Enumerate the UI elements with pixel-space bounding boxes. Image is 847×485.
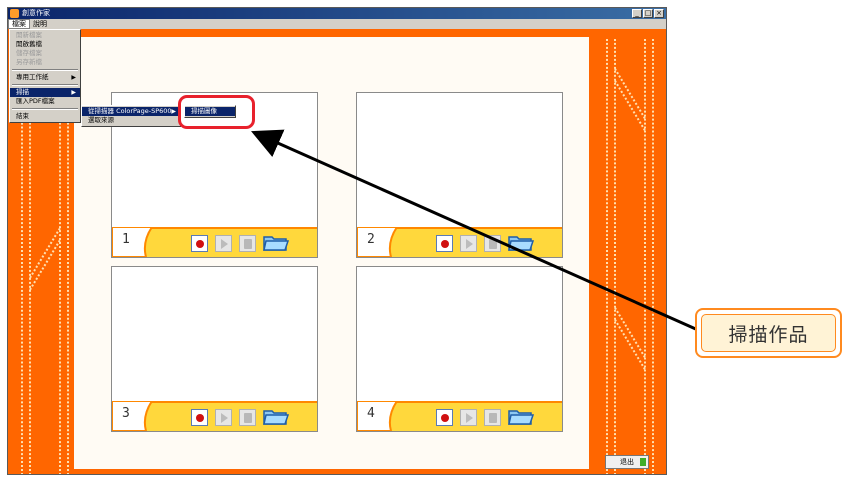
menu-file[interactable]: 檔案	[8, 19, 30, 29]
delete-button[interactable]	[484, 408, 501, 426]
menu-item-from-scanner[interactable]: 從掃描器 ColorPage-SP600 ▶	[82, 107, 180, 116]
menu-item-import-pdf[interactable]: 匯入PDF檔案	[10, 97, 80, 106]
record-button[interactable]	[436, 408, 453, 426]
slot-number: 4	[367, 406, 375, 421]
menu-item-exit[interactable]: 結束	[10, 112, 80, 121]
submenu-arrow-icon: ▶	[171, 108, 176, 115]
callout-label: 掃描作品	[701, 314, 836, 352]
play-icon	[466, 412, 473, 423]
play-button[interactable]	[460, 234, 477, 252]
play-icon	[221, 238, 228, 249]
menu-separator	[12, 108, 78, 110]
exit-button[interactable]: 退出	[605, 455, 649, 469]
play-button[interactable]	[215, 408, 232, 426]
artwork-slot-2[interactable]: 2	[356, 92, 563, 258]
play-icon	[221, 412, 228, 423]
trash-icon	[244, 412, 252, 423]
scan-submenu: 從掃描器 ColorPage-SP600 ▶ 選取來源	[81, 105, 181, 127]
menu-item-save[interactable]: 儲存檔案	[10, 49, 80, 58]
trash-icon	[244, 238, 252, 249]
folder-icon	[508, 410, 535, 425]
folder-button[interactable]	[508, 408, 535, 426]
record-icon	[441, 413, 449, 422]
record-icon	[196, 413, 204, 422]
trash-icon	[489, 238, 497, 249]
slot-toolbar: 3	[112, 401, 317, 431]
record-button[interactable]	[191, 234, 208, 252]
record-icon	[441, 239, 449, 248]
play-button[interactable]	[215, 234, 232, 252]
slot-toolbar: 4	[357, 401, 562, 431]
folder-button[interactable]	[263, 234, 290, 252]
menu-separator	[12, 69, 78, 71]
folder-button[interactable]	[508, 234, 535, 252]
right-decoration	[601, 29, 666, 474]
file-menu: 開新檔案 開啟舊檔 儲存檔案 另存新檔 專用工作紙 ▶ 掃描 ▶ 匯入PDF檔案 結…	[9, 29, 81, 123]
record-icon	[196, 239, 204, 248]
menu-separator	[12, 84, 78, 86]
callout-box: 掃描作品	[695, 308, 842, 358]
menu-item-select-source[interactable]: 選取來源	[82, 116, 180, 125]
slot-number: 2	[367, 232, 375, 247]
menu-help[interactable]: 說明	[30, 19, 50, 29]
menu-item-worksheet[interactable]: 專用工作紙 ▶	[10, 73, 80, 82]
folder-icon	[263, 236, 290, 251]
artwork-slot-4[interactable]: 4	[356, 266, 563, 432]
menu-item-scan[interactable]: 掃描 ▶	[10, 88, 80, 97]
highlight-ring	[178, 95, 255, 129]
window-title: 創意作家	[22, 9, 50, 17]
delete-button[interactable]	[239, 408, 256, 426]
close-button[interactable]: ×	[654, 9, 664, 18]
app-icon	[10, 9, 19, 18]
trash-icon	[489, 412, 497, 423]
record-button[interactable]	[436, 234, 453, 252]
slot-number: 1	[122, 232, 130, 247]
menu-item-new[interactable]: 開新檔案	[10, 31, 80, 40]
record-button[interactable]	[191, 408, 208, 426]
artwork-slot-3[interactable]: 3	[111, 266, 318, 432]
submenu-arrow-icon: ▶	[71, 89, 76, 96]
menu-item-open[interactable]: 開啟舊檔	[10, 40, 80, 49]
submenu-arrow-icon: ▶	[71, 74, 76, 81]
play-button[interactable]	[460, 408, 477, 426]
slot-toolbar: 2	[357, 227, 562, 257]
menu-item-save-as[interactable]: 另存新檔	[10, 58, 80, 67]
folder-button[interactable]	[263, 408, 290, 426]
menu-item-label: 專用工作紙	[16, 73, 49, 81]
folder-icon	[508, 236, 535, 251]
slot-toolbar: 1	[112, 227, 317, 257]
folder-icon	[263, 410, 290, 425]
menu-bar: 檔案 說明	[8, 19, 666, 29]
delete-button[interactable]	[239, 234, 256, 252]
menu-item-label: 從掃描器 ColorPage-SP600	[88, 107, 172, 115]
delete-button[interactable]	[484, 234, 501, 252]
menu-item-label: 掃描	[16, 88, 29, 96]
minimize-button[interactable]: _	[632, 9, 642, 18]
play-icon	[466, 238, 473, 249]
slot-number: 3	[122, 406, 130, 421]
maximize-button[interactable]: □	[643, 9, 653, 18]
title-bar: 創意作家 _ □ ×	[8, 8, 666, 19]
